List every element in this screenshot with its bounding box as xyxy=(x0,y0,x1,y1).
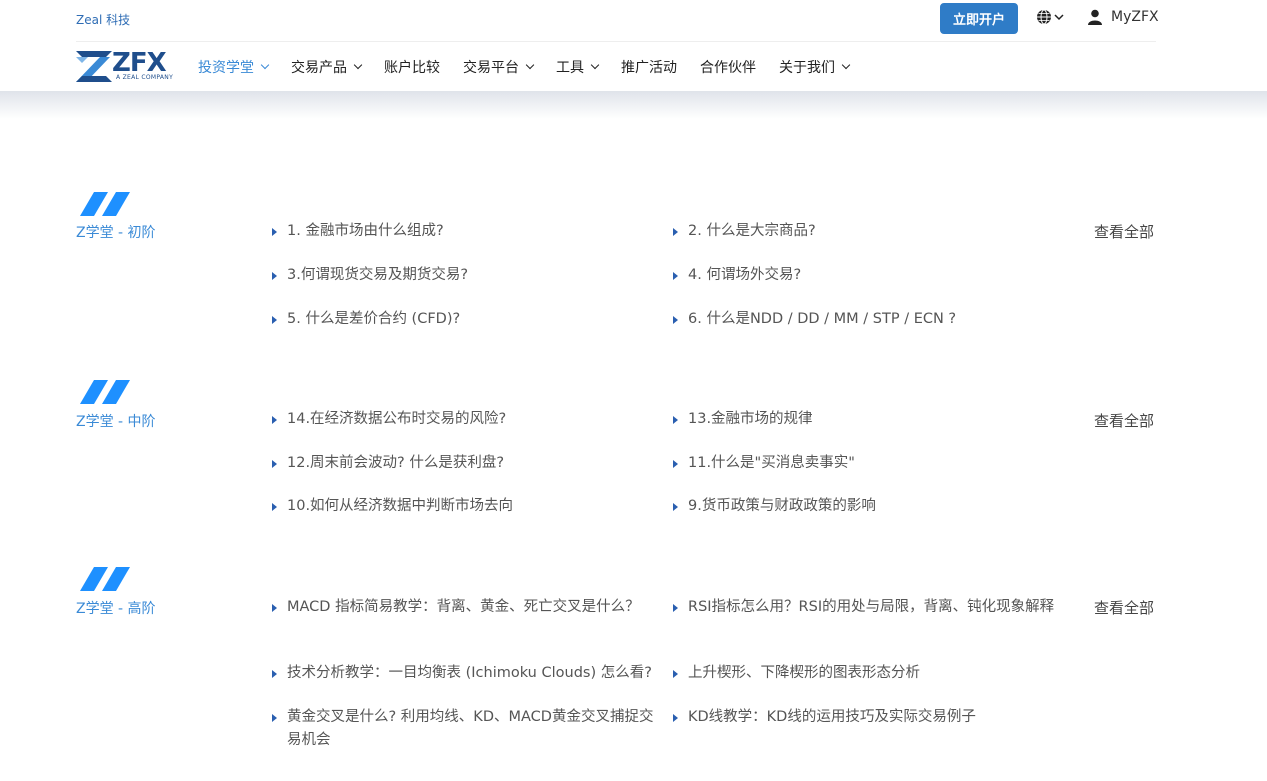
article-link[interactable]: 6. 什么是NDD / DD / MM / STP / ECN ? xyxy=(673,308,1063,331)
nav-shadow xyxy=(0,91,1267,119)
article-link[interactable]: MACD 指标简易教学：背离、黄金、死亡交叉是什么？ xyxy=(272,596,662,619)
bullet-icon xyxy=(673,503,678,511)
zfx-logo-mark xyxy=(76,51,112,82)
brand-link[interactable]: Zeal 科技 xyxy=(76,11,130,28)
user-icon xyxy=(1088,9,1102,25)
bullet-icon xyxy=(673,714,678,722)
bullet-icon xyxy=(272,460,277,468)
bullet-icon xyxy=(272,670,277,678)
bullet-icon xyxy=(673,460,678,468)
article-link[interactable]: KD线教学：KD线的运用技巧及实际交易例子 xyxy=(673,706,1063,729)
nav-menu: 投资学堂 交易产品 账户比较 交易平台 工具 推广活动 合作伙伴 关于我们 xyxy=(198,42,872,92)
globe-icon xyxy=(1037,9,1051,25)
logo-subtitle: A ZEAL COMPANY xyxy=(116,74,174,81)
my-account-label: MyZFX xyxy=(1111,9,1159,25)
article-link[interactable]: RSI指标怎么用？RSI的用处与局限，背离、钝化现象解释 xyxy=(673,596,1058,619)
bullet-icon xyxy=(272,604,277,612)
article-link[interactable]: 1. 金融市场由什么组成? xyxy=(272,220,662,243)
nav-item-tools[interactable]: 工具 xyxy=(556,57,600,77)
bullet-icon xyxy=(673,228,678,236)
nav-item-products[interactable]: 交易产品 xyxy=(291,57,363,77)
view-all-link[interactable]: 查看全部 xyxy=(1094,221,1154,242)
article-link[interactable]: 13.金融市场的规律 xyxy=(673,408,1063,431)
main-nav: ZFX A ZEAL COMPANY 投资学堂 交易产品 账户比较 交易平台 工… xyxy=(0,42,1267,92)
z-academy-icon xyxy=(80,567,130,591)
bullet-icon xyxy=(272,272,277,280)
article-link[interactable]: 5. 什么是差价合约 (CFD)? xyxy=(272,308,662,331)
nav-item-partners[interactable]: 合作伙伴 xyxy=(700,57,756,77)
top-bar: Zeal 科技 立即开户 MyZFX xyxy=(0,0,1267,42)
bullet-icon xyxy=(272,714,277,722)
section-title[interactable]: Z学堂 - 高阶 xyxy=(76,598,156,618)
article-link[interactable]: 9.货币政策与财政政策的影响 xyxy=(673,495,1063,518)
chevron-down-icon xyxy=(1054,14,1064,21)
nav-item-platforms[interactable]: 交易平台 xyxy=(463,57,535,77)
bullet-icon xyxy=(673,272,678,280)
article-link[interactable]: 黄金交叉是什么? 利用均线、KD、MACD黄金交叉捕捉交易机会 xyxy=(272,706,657,752)
zfx-logo[interactable]: ZFX A ZEAL COMPANY xyxy=(76,48,176,85)
bullet-icon xyxy=(272,316,277,324)
bullet-icon xyxy=(272,228,277,236)
chevron-down-icon xyxy=(841,60,851,70)
article-link[interactable]: 3.何谓现货交易及期货交易? xyxy=(272,264,662,287)
article-link[interactable]: 11.什么是"买消息卖事实" xyxy=(673,452,1063,475)
bullet-icon xyxy=(673,316,678,324)
nav-item-promotions[interactable]: 推广活动 xyxy=(621,57,677,77)
my-account-link[interactable]: MyZFX xyxy=(1087,9,1159,25)
bullet-icon xyxy=(673,604,678,612)
z-academy-icon xyxy=(80,380,130,404)
bullet-icon xyxy=(673,416,678,424)
language-selector[interactable] xyxy=(1036,9,1064,25)
article-link[interactable]: 4. 何谓场外交易? xyxy=(673,264,1063,287)
article-link[interactable]: 10.如何从经济数据中判断市场去向 xyxy=(272,495,662,518)
chevron-down-icon xyxy=(260,60,270,70)
article-link[interactable]: 技术分析教学：一目均衡表 (Ichimoku Clouds) 怎么看? xyxy=(272,662,662,685)
chevron-down-icon xyxy=(353,60,363,70)
section-title[interactable]: Z学堂 - 中阶 xyxy=(76,411,156,431)
article-link[interactable]: 12.周末前会波动? 什么是获利盘? xyxy=(272,452,662,475)
chevron-down-icon xyxy=(590,60,600,70)
chevron-down-icon xyxy=(525,60,535,70)
nav-item-about[interactable]: 关于我们 xyxy=(779,57,851,77)
nav-item-academy[interactable]: 投资学堂 xyxy=(198,57,270,77)
nav-item-accounts[interactable]: 账户比较 xyxy=(384,57,440,77)
article-link[interactable]: 上升楔形、下降楔形的图表形态分析 xyxy=(673,662,1063,685)
open-account-button[interactable]: 立即开户 xyxy=(940,3,1018,34)
bullet-icon xyxy=(272,503,277,511)
article-link[interactable]: 2. 什么是大宗商品? xyxy=(673,220,1063,243)
article-link[interactable]: 14.在经济数据公布时交易的风险? xyxy=(272,408,662,431)
bullet-icon xyxy=(673,670,678,678)
section-title[interactable]: Z学堂 - 初阶 xyxy=(76,222,156,242)
bullet-icon xyxy=(272,416,277,424)
view-all-link[interactable]: 查看全部 xyxy=(1094,597,1154,618)
view-all-link[interactable]: 查看全部 xyxy=(1094,410,1154,431)
z-academy-icon xyxy=(80,192,130,216)
